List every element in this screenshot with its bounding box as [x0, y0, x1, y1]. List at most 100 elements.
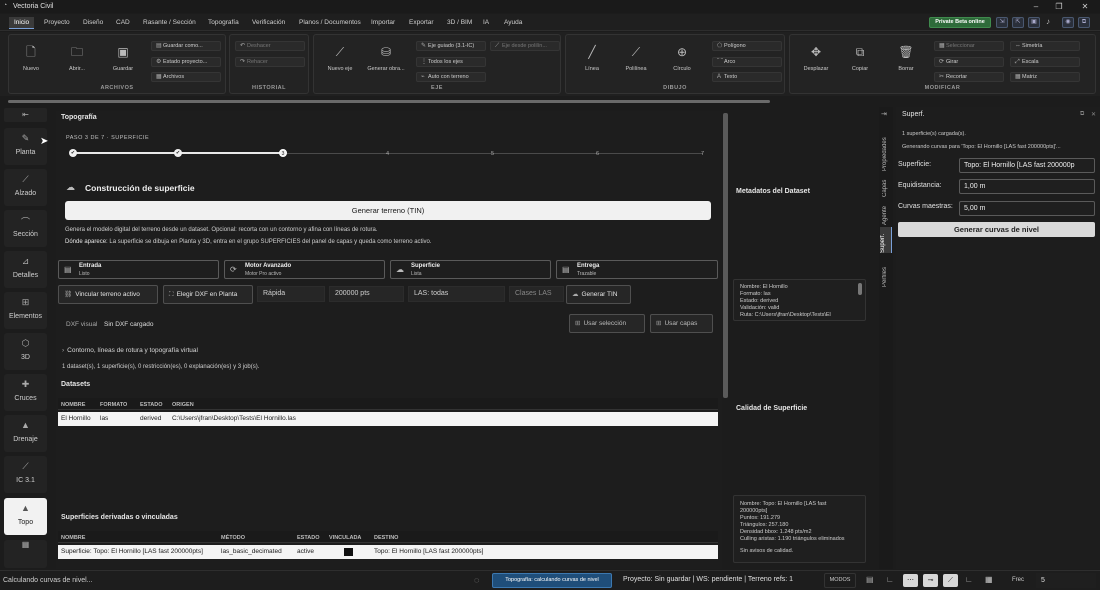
table-row[interactable]: Superficie: Topo: El Hornillo [LAS fast … [58, 545, 718, 559]
sidebar-item-drenaje[interactable]: ▲ Drenaje [4, 415, 47, 452]
copiar-button[interactable]: ⧉ Copiar [842, 41, 878, 77]
estado-proyecto-button[interactable]: ⚙ Estado proyecto... [151, 57, 221, 67]
tab-superf[interactable]: Superf. [880, 227, 892, 253]
simetria-button[interactable]: ⇔Simetría [1010, 41, 1080, 51]
metadata-scrollbar[interactable] [858, 283, 862, 295]
las-select[interactable]: LAS: todas [408, 286, 505, 302]
texto-button[interactable]: A Texto [712, 72, 782, 82]
modes-button[interactable]: MODOS [824, 573, 856, 588]
ortho-icon[interactable]: ∟ [886, 575, 894, 584]
close-icon[interactable]: ✕ [1080, 2, 1090, 11]
mode-select[interactable]: Rápida [257, 286, 325, 302]
girar-button[interactable]: ⟳ Girar [934, 57, 1004, 67]
auto-terreno-button[interactable]: ⌁ Auto con terreno [416, 72, 486, 82]
toolbar-save-icon[interactable]: ▣ [1028, 17, 1040, 28]
snap-midpoint-icon[interactable]: ⊸ [923, 574, 938, 587]
circulo-button[interactable]: ⊕ Círculo [664, 41, 700, 77]
col-formato[interactable]: FORMATO [100, 402, 127, 408]
grid-snap-icon[interactable]: ▤ [866, 575, 874, 584]
collapse-sidebar-icon[interactable]: ⇤ [4, 108, 47, 122]
sidebar-item-3d[interactable]: ⬡ 3D [4, 333, 47, 370]
linea-button[interactable]: ╱ Línea [574, 41, 610, 77]
elegir-dxf-button[interactable]: ⛶ Elegir DXF en Planta [163, 285, 253, 304]
nuevo-eje-button[interactable]: ⟋ Nuevo eje [322, 41, 358, 77]
menu-verificacion[interactable]: Verificación [247, 17, 290, 29]
guardar-como-button[interactable]: ▤Guardar como... [151, 41, 221, 51]
menu-ayuda[interactable]: Ayuda [499, 17, 527, 29]
grid-icon[interactable]: ▦ [985, 575, 993, 584]
sidebar-item-ic31[interactable]: ⟋ IC 3.1 [4, 456, 47, 493]
menu-rasante[interactable]: Rasante / Sección [138, 17, 201, 29]
menu-inicio[interactable]: Inicio [9, 17, 35, 29]
step-3-current[interactable]: 3 [279, 149, 287, 157]
snap-polar-icon[interactable]: ⟋ [943, 574, 958, 587]
sidebar-item-cruces[interactable]: ✚ Cruces [4, 374, 47, 411]
menu-cad[interactable]: CAD [111, 17, 135, 29]
tab-perfiles[interactable]: Perfiles [882, 257, 888, 287]
step-7[interactable]: 7 [701, 151, 704, 157]
seleccionar-button[interactable]: ▦Seleccionar [934, 41, 1004, 51]
angle-icon[interactable]: ∟ [965, 575, 973, 584]
generar-tin-button[interactable]: ☁ Generar TIN [566, 285, 631, 304]
menu-topografia[interactable]: Topografía [203, 17, 244, 29]
archivos-button[interactable]: ▦Archivos [151, 72, 221, 82]
guardar-button[interactable]: ▣ Guardar [105, 41, 141, 77]
eje-guiado-button[interactable]: ✎ Eje guiado (3.1-IC) [416, 41, 486, 51]
nuevo-button[interactable]: 🗋 Nuevo [13, 41, 49, 77]
menu-ia[interactable]: IA [478, 17, 494, 29]
borrar-button[interactable]: 🗑 Borrar [888, 41, 924, 77]
desplazar-button[interactable]: ✥ Desplazar [798, 41, 834, 77]
generar-obra-button[interactable]: ⛁ Generar obra... [366, 41, 406, 77]
windows-icon[interactable]: ⧉ [1078, 17, 1090, 28]
col-origen[interactable]: ORIGEN [172, 402, 194, 408]
tab-capas[interactable]: Capas [882, 175, 888, 197]
toolbar-export-icon[interactable]: ⇱ [1012, 17, 1024, 28]
step-4[interactable]: 4 [386, 151, 389, 157]
usar-seleccion-button[interactable]: ⊞ Usar selección [569, 314, 645, 333]
tab-propiedades[interactable]: Propiedades [882, 125, 888, 171]
minimize-icon[interactable]: – [1031, 2, 1041, 11]
curvas-field[interactable]: 5,00 m [959, 201, 1095, 216]
step-1-check-icon[interactable]: ✔ [69, 149, 77, 157]
matriz-button[interactable]: ▦Matriz [1010, 72, 1080, 82]
eye-icon[interactable]: ◉ [1062, 17, 1074, 28]
menu-proyecto[interactable]: Proyecto [39, 17, 75, 29]
menu-diseno[interactable]: Diseño [78, 17, 108, 29]
sidebar-more-icon[interactable]: ▦ [4, 540, 47, 568]
sidebar-item-elementos[interactable]: ⊞ Elementos [4, 292, 47, 329]
dock-icon[interactable]: ⇥ [881, 110, 887, 118]
maximize-icon[interactable]: ❐ [1054, 2, 1064, 11]
points-field[interactable]: 200000 pts [329, 286, 404, 302]
poligono-button[interactable]: ⬠ Polígono [712, 41, 782, 51]
menu-3d-bim[interactable]: 3D / BIM [442, 17, 477, 29]
col-vinculada[interactable]: VINCULADA [329, 535, 361, 541]
sidebar-item-topo[interactable]: ▲ Topo [4, 498, 47, 535]
step-6[interactable]: 6 [596, 151, 599, 157]
step-2-check-icon[interactable]: ✔ [174, 149, 182, 157]
deshacer-button[interactable]: ↶ Deshacer [235, 41, 305, 51]
beta-button[interactable]: Private Beta online [929, 17, 991, 28]
sidebar-item-detalles[interactable]: ⊿ Detalles [4, 251, 47, 288]
step-5[interactable]: 5 [491, 151, 494, 157]
superficie-select[interactable]: Topo: El Hornillo [LAS fast 200000p [959, 158, 1095, 173]
vinculada-checkbox[interactable] [344, 548, 353, 556]
ribbon-scrollbar[interactable] [8, 100, 770, 103]
col-estado[interactable]: ESTADO [140, 402, 163, 408]
toolbar-import-icon[interactable]: ⇲ [996, 17, 1008, 28]
vincular-terreno-button[interactable]: ⛓ Vincular terreno activo [58, 285, 158, 304]
sidebar-item-seccion[interactable]: ⌒ Sección [4, 210, 47, 247]
clases-las-button[interactable]: Clases LAS [509, 286, 564, 302]
table-row[interactable]: El Hornillo las derived C:\Users\jfran\D… [58, 412, 718, 426]
close-panel-icon[interactable]: ✕ [1091, 111, 1096, 118]
col-nombre[interactable]: NOMBRE [61, 402, 85, 408]
tab-agente[interactable]: Agente [882, 201, 888, 225]
eje-polilinea-button[interactable]: ⟋ Eje desde polilín... [490, 41, 560, 51]
float-icon[interactable]: ⧉ [1080, 111, 1084, 118]
escala-button[interactable]: ⤢ Escala [1010, 57, 1080, 67]
contorno-expander[interactable]: › Contorno, líneas de rotura y topografía… [62, 347, 198, 354]
menu-planos[interactable]: Planos / Documentos [294, 17, 366, 29]
col-metodo[interactable]: MÉTODO [221, 535, 245, 541]
menu-importar[interactable]: Importar [366, 17, 400, 29]
abrir-button[interactable]: 🗀 Abrir... [59, 41, 95, 77]
polilinea-button[interactable]: ⟋ Polilínea [618, 41, 654, 77]
